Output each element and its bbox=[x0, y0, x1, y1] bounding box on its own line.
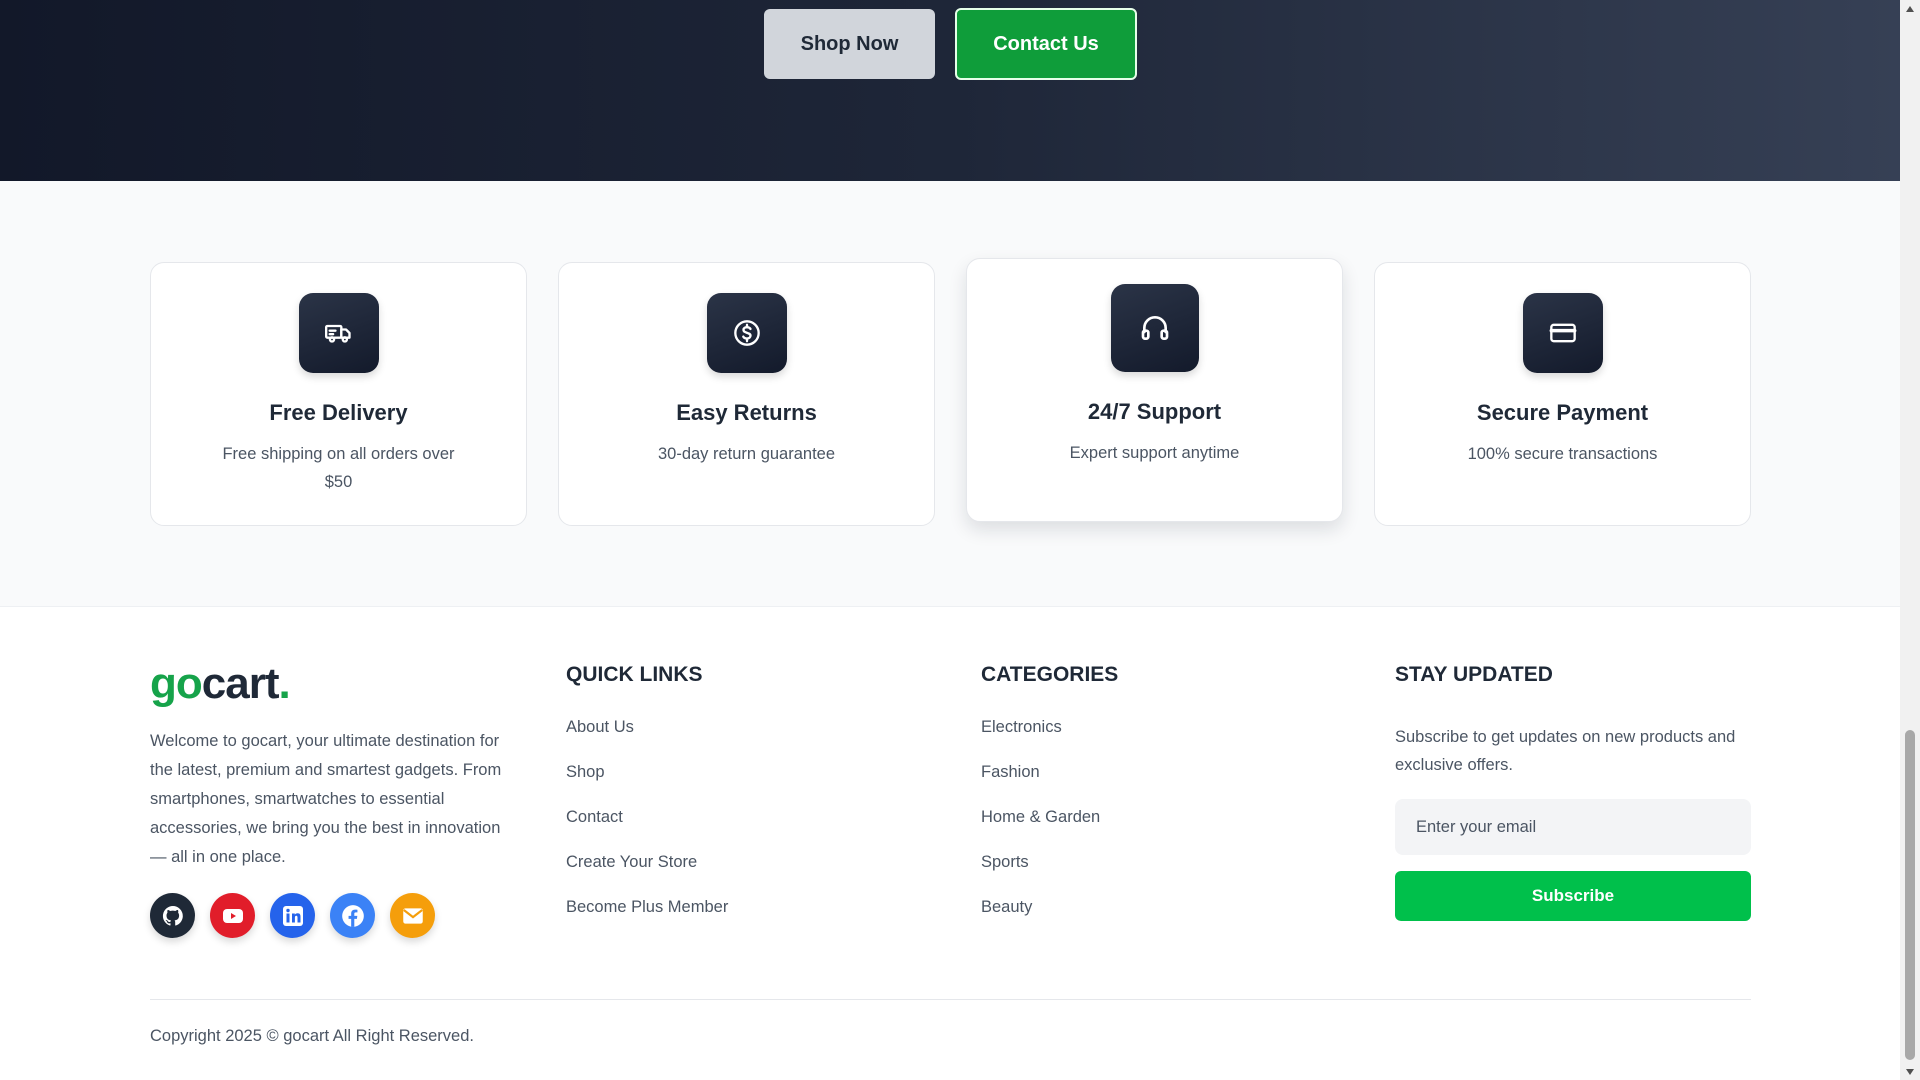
feature-description: Free shipping on all orders over $50 bbox=[222, 445, 455, 491]
category-link-home-garden[interactable]: Home & Garden bbox=[981, 807, 1100, 852]
email-field[interactable] bbox=[1395, 799, 1751, 855]
feature-description: Expert support anytime bbox=[1069, 444, 1240, 462]
category-link-beauty[interactable]: Beauty bbox=[981, 897, 1100, 942]
youtube-icon[interactable] bbox=[210, 893, 255, 938]
scroll-up-arrow-icon[interactable] bbox=[1900, 0, 1920, 17]
shop-now-button[interactable]: Shop Now bbox=[764, 9, 935, 79]
linkedin-icon[interactable] bbox=[270, 893, 315, 938]
feature-card-returns: Easy Returns 30-day return guarantee bbox=[558, 262, 935, 526]
footer-link-contact[interactable]: Contact bbox=[566, 807, 728, 852]
newsletter-text: Subscribe to get updates on new products… bbox=[1395, 728, 1736, 774]
categories-heading: CATEGORIES bbox=[981, 663, 1119, 686]
quick-links-list: About Us Shop Contact Create Your Store … bbox=[566, 717, 728, 942]
hero-actions: Shop Now Contact Us bbox=[764, 8, 1137, 80]
site-footer: gocart. Welcome to gocart, your ultimate… bbox=[0, 607, 1900, 1080]
truck-icon bbox=[298, 293, 379, 373]
dollar-icon bbox=[706, 293, 787, 373]
categories-list: Electronics Fashion Home & Garden Sports… bbox=[981, 717, 1100, 942]
category-link-sports[interactable]: Sports bbox=[981, 852, 1100, 897]
footer-link-create-store[interactable]: Create Your Store bbox=[566, 852, 728, 897]
footer-divider bbox=[150, 999, 1751, 1000]
features-section: Free Delivery Free shipping on all order… bbox=[0, 181, 1900, 607]
page-scrollbar[interactable] bbox=[1900, 0, 1920, 1080]
scrollbar-thumb[interactable] bbox=[1905, 730, 1915, 1060]
github-icon[interactable] bbox=[150, 893, 195, 938]
hero-banner: Shop Now Contact Us bbox=[0, 0, 1900, 181]
feature-card-delivery: Free Delivery Free shipping on all order… bbox=[150, 262, 527, 526]
logo-part-cart: cart bbox=[201, 659, 280, 708]
scroll-down-arrow-icon[interactable] bbox=[1900, 1063, 1920, 1080]
footer-about-text: Welcome to gocart, your ultimate destina… bbox=[150, 732, 502, 866]
footer-link-shop[interactable]: Shop bbox=[566, 762, 728, 807]
copyright-text: Copyright 2025 © gocart All Right Reserv… bbox=[150, 1027, 474, 1045]
feature-card-payment: Secure Payment 100% secure transactions bbox=[1374, 262, 1751, 526]
credit-card-icon bbox=[1522, 293, 1603, 373]
feature-description: 100% secure transactions bbox=[1467, 445, 1658, 463]
category-link-fashion[interactable]: Fashion bbox=[981, 762, 1100, 807]
feature-card-support: 24/7 Support Expert support anytime bbox=[966, 258, 1343, 522]
category-link-electronics[interactable]: Electronics bbox=[981, 717, 1100, 762]
social-links bbox=[150, 893, 435, 938]
logo-part-go: go bbox=[150, 659, 203, 708]
feature-description: 30-day return guarantee bbox=[657, 445, 836, 463]
feature-title: 24/7 Support bbox=[1087, 399, 1222, 424]
logo-dot: . bbox=[278, 659, 290, 708]
headset-icon bbox=[1110, 284, 1199, 372]
footer-link-about-us[interactable]: About Us bbox=[566, 717, 728, 762]
quick-links-heading: QUICK LINKS bbox=[566, 663, 703, 686]
feature-title: Secure Payment bbox=[1476, 400, 1649, 425]
feature-title: Easy Returns bbox=[676, 400, 817, 425]
feature-title: Free Delivery bbox=[269, 400, 408, 425]
newsletter-heading: STAY UPDATED bbox=[1395, 663, 1553, 686]
contact-us-button[interactable]: Contact Us bbox=[955, 8, 1137, 80]
footer-link-plus-member[interactable]: Become Plus Member bbox=[566, 897, 728, 942]
gocart-logo[interactable]: gocart. bbox=[150, 659, 291, 709]
facebook-icon[interactable] bbox=[330, 893, 375, 938]
mail-icon[interactable] bbox=[390, 893, 435, 938]
subscribe-button[interactable]: Subscribe bbox=[1395, 871, 1751, 921]
